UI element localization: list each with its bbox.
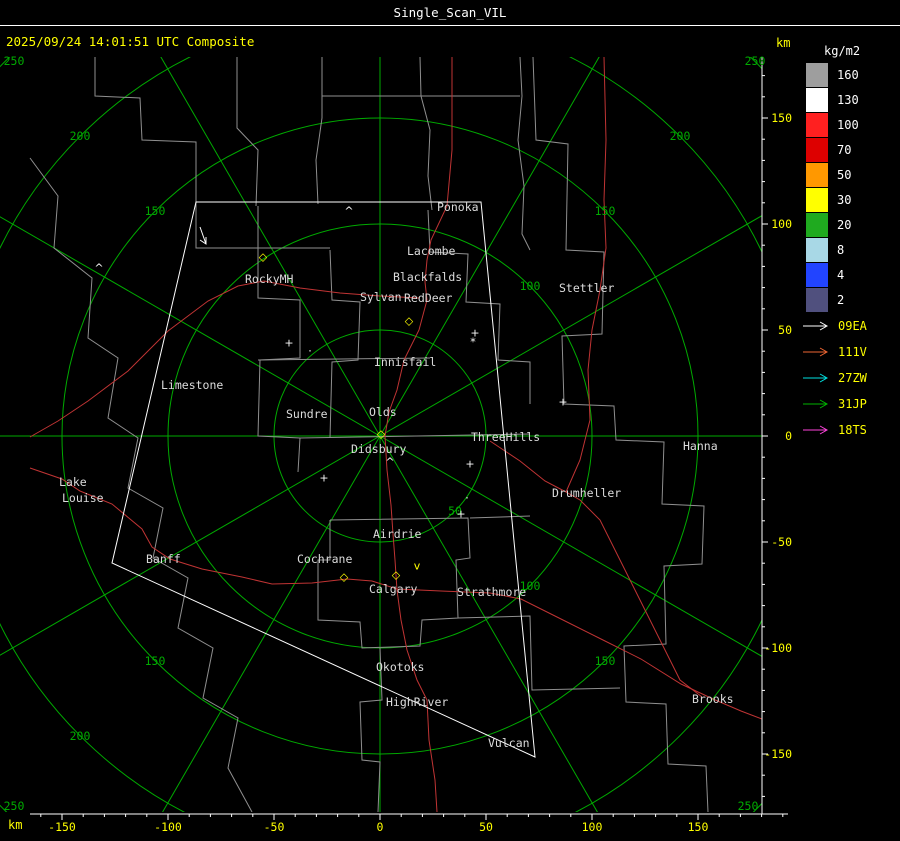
- legend-value: 160: [837, 67, 859, 82]
- legend-row: 70: [806, 137, 859, 162]
- legend-value: 100: [837, 117, 859, 132]
- legend-value: 30: [837, 192, 852, 207]
- legend-row: 100: [806, 112, 859, 137]
- x-axis-tick-label: 50: [479, 820, 493, 834]
- legend-swatch: [806, 162, 828, 187]
- color-scale-legend: 160 130 100 70 50 30 20 8 4 2: [806, 62, 859, 312]
- track-arrow-111V: [803, 347, 829, 357]
- legend-row: 130: [806, 87, 859, 112]
- storm-motion-arrow: [199, 226, 207, 245]
- x-axis-tick-label: 150: [687, 820, 709, 834]
- legend-row: 30: [806, 187, 859, 212]
- y-axis-tick-label: -50: [771, 535, 792, 549]
- legend-value: 20: [837, 217, 852, 232]
- legend-row: 50: [806, 162, 859, 187]
- legend-value: 130: [837, 92, 859, 107]
- y-axis-tick-label: 50: [778, 323, 792, 337]
- track-label: 09EA: [838, 319, 867, 333]
- y-axis-tick-label: -150: [764, 747, 792, 761]
- legend-swatch: [806, 62, 828, 87]
- legend-value: 50: [837, 167, 852, 182]
- legend-swatch: [806, 262, 828, 287]
- legend-swatch: [806, 87, 828, 112]
- x-axis-tick-label: -150: [48, 820, 76, 834]
- y-axis-tick-label: 0: [785, 429, 792, 443]
- legend-swatch: [806, 112, 828, 137]
- legend-row: 4: [806, 262, 859, 287]
- legend-value: 8: [837, 242, 845, 257]
- county-boundaries: [29, 57, 709, 812]
- track-arrow-09EA: [803, 321, 829, 331]
- y-axis-tick-label: 150: [771, 111, 792, 125]
- range-rings: [0, 57, 762, 812]
- x-axis-tick-label: 100: [581, 820, 603, 834]
- x-axis-tick-label: 0: [376, 820, 384, 834]
- y-axis-tick-label: 100: [771, 217, 792, 231]
- legend-row: 8: [806, 237, 859, 262]
- x-axis-tick-label: -100: [154, 820, 182, 834]
- legend-value: 70: [837, 142, 852, 157]
- legend-swatch: [806, 137, 828, 162]
- x-axis-tick-label: -50: [263, 820, 285, 834]
- track-legend-arrows: [803, 321, 829, 435]
- legend-unit-label: kg/m2: [824, 44, 861, 58]
- track-label: 18TS: [838, 423, 867, 437]
- legend-row: 2: [806, 287, 859, 312]
- track-label: 27ZW: [838, 371, 867, 385]
- track-arrow-31JP: [803, 399, 829, 409]
- legend-swatch: [806, 287, 828, 312]
- y-axis-tick-label: -100: [764, 641, 792, 655]
- legend-swatch: [806, 187, 828, 212]
- legend-swatch: [806, 212, 828, 237]
- legend-swatch: [806, 237, 828, 262]
- track-arrow-18TS: [803, 425, 829, 435]
- track-label: 31JP: [838, 397, 867, 411]
- legend-row: 160: [806, 62, 859, 87]
- track-label: 111V: [838, 345, 867, 359]
- axis-tick-marks: [40, 75, 784, 820]
- legend-value: 4: [837, 267, 845, 282]
- legend-row: 20: [806, 212, 859, 237]
- radar-scan-outline: [111, 201, 536, 758]
- radar-map-canvas[interactable]: [0, 0, 900, 841]
- track-arrow-27ZW: [803, 373, 829, 383]
- legend-value: 2: [837, 292, 845, 307]
- highways: [29, 57, 762, 812]
